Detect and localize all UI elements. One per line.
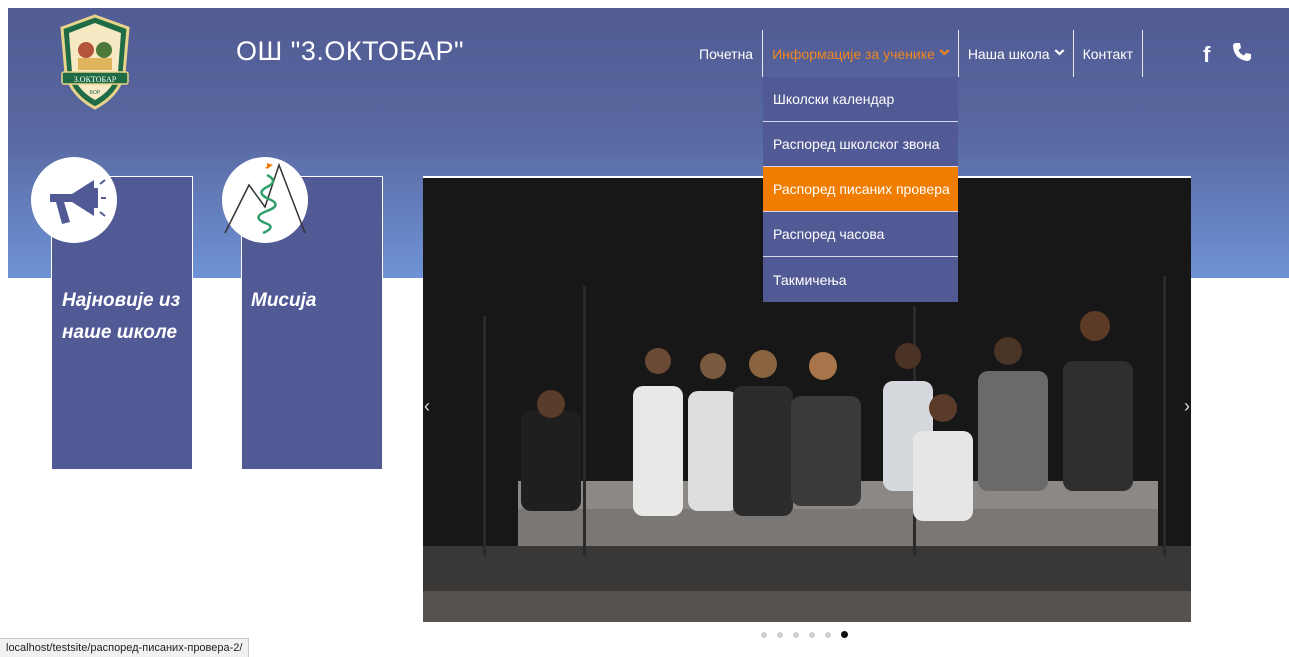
nav-home-label: Почетна: [699, 45, 754, 62]
nav-our-school[interactable]: Наша школа: [959, 30, 1073, 77]
slider-dot[interactable]: [825, 631, 831, 638]
status-bar-url: localhost/testsite/распоред-писаних-пров…: [0, 638, 250, 657]
slider-dots: [761, 631, 848, 638]
chevron-down-icon: [939, 48, 950, 59]
nav-home[interactable]: Почетна: [690, 30, 762, 77]
svg-text:3.ОКТОБАР: 3.ОКТОБАР: [74, 75, 117, 84]
phone-icon[interactable]: [1232, 42, 1252, 62]
nav-student-info[interactable]: Информације за ученике: [762, 30, 959, 77]
nav-contact-label: Контакт: [1082, 45, 1133, 62]
mission-card-title: Мисија: [251, 290, 317, 311]
news-card-title: Најновије из наше школе: [62, 290, 181, 343]
chevron-down-icon: [1053, 48, 1065, 59]
slider-dot[interactable]: [761, 631, 767, 638]
dropdown-item-competitions[interactable]: Такмичења: [763, 257, 958, 302]
student-info-dropdown: Школски календар Распоред школског звона…: [763, 77, 958, 302]
slider-next-arrow[interactable]: ›: [1184, 396, 1190, 417]
mountain-icon: [222, 157, 308, 243]
slider-dot-active[interactable]: [841, 631, 848, 638]
megaphone-icon: [31, 157, 117, 243]
slider-dot[interactable]: [777, 631, 783, 638]
dropdown-item-school-calendar[interactable]: Школски календар: [763, 77, 958, 122]
dropdown-item-class-schedule[interactable]: Распоред часова: [763, 212, 958, 257]
nav-student-info-label: Информације за ученике: [772, 45, 935, 62]
school-logo[interactable]: 3.ОКТОБАР БОР: [58, 14, 132, 110]
nav-our-school-label: Наша школа: [967, 45, 1050, 62]
main-nav: Почетна Информације за ученике Наша школ…: [690, 30, 1143, 77]
nav-divider: [1142, 30, 1143, 77]
facebook-icon[interactable]: f: [1203, 42, 1210, 68]
nav-contact[interactable]: Контакт: [1074, 30, 1142, 77]
svg-text:БОР: БОР: [90, 90, 101, 96]
slider-dot[interactable]: [793, 631, 799, 638]
site-title[interactable]: ОШ "3.ОКТОБАР": [236, 36, 464, 67]
dropdown-item-bell-schedule[interactable]: Распоред школског звона: [763, 122, 958, 167]
dropdown-item-test-schedule[interactable]: Распоред писаних провера: [763, 167, 958, 212]
slider-prev-arrow[interactable]: ‹: [424, 396, 430, 417]
slider-dot[interactable]: [809, 631, 815, 638]
